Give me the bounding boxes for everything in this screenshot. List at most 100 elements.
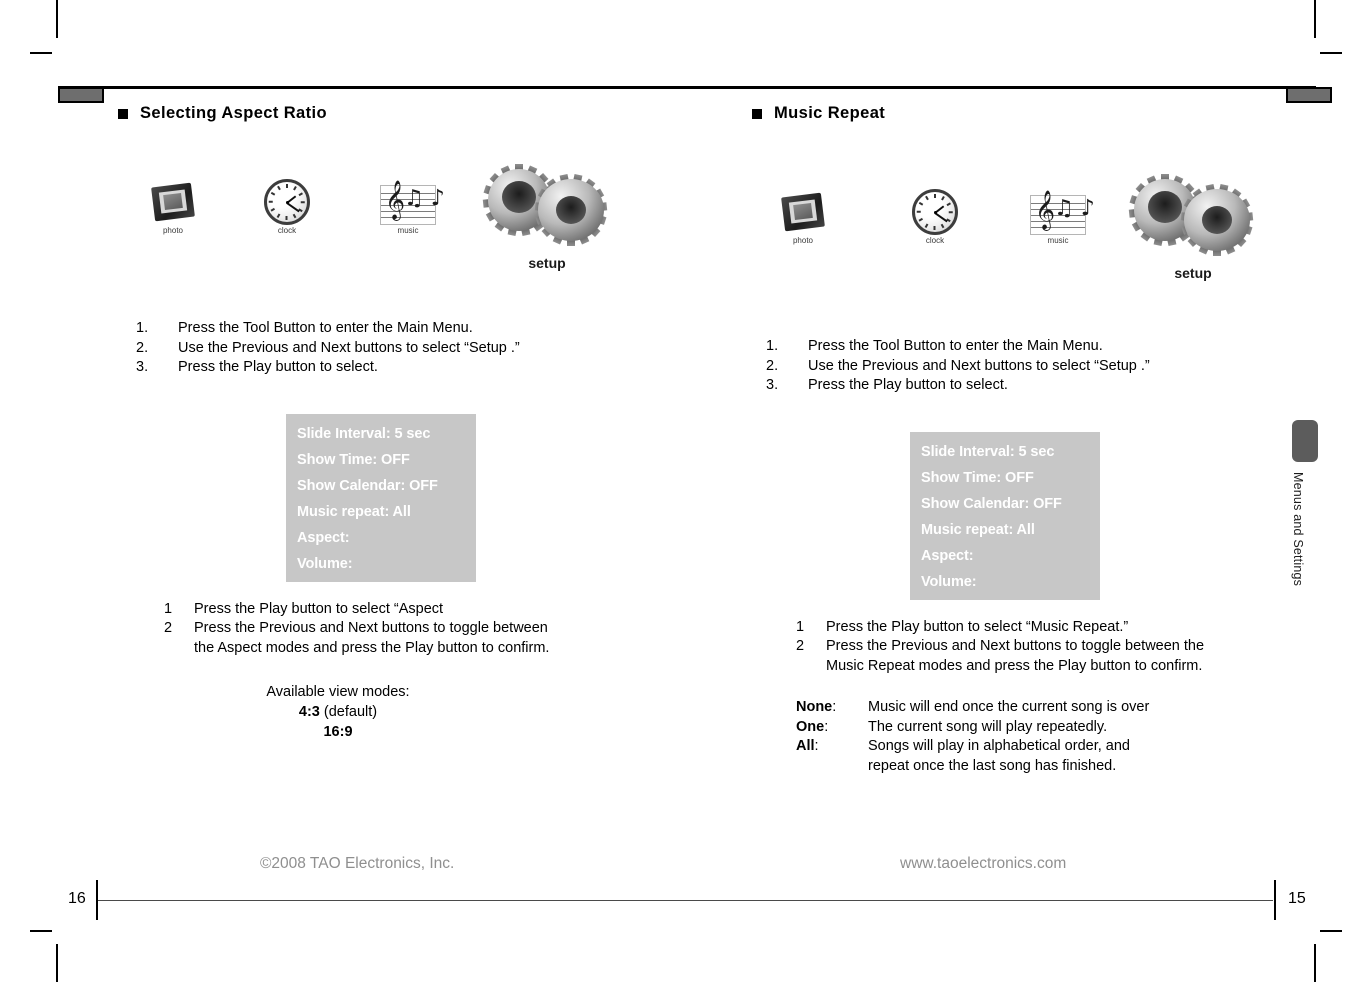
glossary-term-text: None bbox=[796, 699, 833, 715]
clock-menu-icon-item: clock bbox=[264, 179, 310, 235]
step-text: Use the Previous and Next buttons to sel… bbox=[808, 357, 1150, 374]
clock-icon-label: clock bbox=[925, 236, 945, 245]
step-text: Press the Tool Button to enter the Main … bbox=[178, 320, 473, 336]
music-icon-label: music bbox=[1047, 236, 1069, 245]
setup-menu-icon-item: setup bbox=[482, 164, 608, 271]
square-bullet-icon bbox=[752, 108, 762, 119]
step-number: 1. bbox=[766, 338, 779, 354]
glossary-definition: The current song will play repeatedly. bbox=[868, 718, 1108, 735]
left-section-title-text: Selecting Aspect Ratio bbox=[140, 104, 327, 122]
music-repeat-modes-glossary: None: Music will end once the current so… bbox=[796, 698, 1246, 776]
menu-line-volume: Volume: bbox=[921, 573, 977, 590]
setup-menu-icon-item: setup bbox=[1128, 174, 1254, 281]
photo-menu-icon-item: photo bbox=[780, 191, 826, 245]
footer-website: www.taoelectronics.com bbox=[900, 855, 1067, 872]
aspect-mode-1-note: (default) bbox=[319, 704, 378, 720]
bottom-divider-rule bbox=[98, 900, 1273, 901]
glossary-term: All: bbox=[796, 737, 868, 757]
glossary-term-text: One bbox=[796, 718, 825, 735]
crop-mark-bottom-left-vertical bbox=[56, 944, 58, 982]
gear-front-icon bbox=[1180, 183, 1254, 256]
crop-mark-top-right-horizontal bbox=[1320, 52, 1342, 54]
photo-frame-icon bbox=[150, 181, 196, 225]
step-number: 3. bbox=[766, 377, 779, 393]
crop-mark-bottom-right-vertical bbox=[1314, 944, 1316, 982]
music-icon-label: music bbox=[397, 226, 419, 235]
aspect-mode-1-value: 4:3 bbox=[298, 704, 320, 720]
glossary-term-colon: : bbox=[832, 699, 837, 715]
footer-copyright: ©2008 TAO Electronics, Inc. bbox=[260, 855, 455, 872]
step-text: Use the Previous and Next buttons to sel… bbox=[178, 339, 520, 356]
menu-line-show-calendar: Show Calendar: OFF bbox=[297, 477, 438, 494]
menu-line-slide-interval: Slide Interval: 5 sec bbox=[921, 443, 1055, 460]
glossary-item: All: Songs will play in alphabetical ord… bbox=[796, 737, 1246, 757]
side-tab-marker bbox=[1292, 420, 1318, 462]
left-page-column: Selecting Aspect Ratio photo clock 𝄞 ♫ ♪… bbox=[118, 104, 688, 742]
step-item: 3. Press the Play button to select. bbox=[136, 358, 688, 378]
left-device-icon-strip: photo clock 𝄞 ♫ ♪ music setup bbox=[118, 164, 688, 285]
crop-mark-bottom-right-horizontal bbox=[1320, 930, 1342, 932]
setup-icon-label: setup bbox=[1174, 265, 1212, 281]
clock-icon bbox=[912, 189, 958, 235]
step-item: 2. Use the Previous and Next buttons to … bbox=[136, 339, 688, 359]
left-device-settings-panel: Slide Interval: 5 sec Show Time: OFF Sho… bbox=[286, 413, 476, 582]
photo-frame-icon bbox=[780, 191, 826, 235]
clock-icon bbox=[264, 179, 310, 225]
glossary-item: One: The current song will play repeated… bbox=[796, 718, 1246, 738]
substep-item: 2 Press the Previous and Next buttons to… bbox=[796, 637, 1216, 676]
menu-line-show-calendar: Show Calendar: OFF bbox=[921, 495, 1062, 512]
left-section-heading: Selecting Aspect Ratio bbox=[118, 104, 688, 123]
substep-item: 1 Press the Play button to select “Aspec… bbox=[164, 600, 564, 620]
header-marker-right bbox=[1286, 87, 1332, 103]
substep-number: 2 bbox=[164, 620, 173, 636]
music-note-icon: 𝄞 ♫ ♪ bbox=[380, 183, 445, 225]
glossary-term: None: bbox=[796, 698, 868, 718]
menu-line-music-repeat: Music repeat: All bbox=[921, 521, 1035, 538]
aspect-mode-2-value: 16:9 bbox=[323, 724, 353, 740]
setup-gears-icon bbox=[1128, 174, 1254, 256]
menu-line-show-time: Show Time: OFF bbox=[921, 469, 1034, 486]
clock-menu-icon-item: clock bbox=[912, 189, 958, 245]
aspect-mode-option-1: 4:3 (default) bbox=[118, 702, 558, 722]
crop-mark-top-left-horizontal bbox=[30, 52, 52, 54]
glossary-term-colon: : bbox=[824, 718, 829, 735]
music-note-icon: 𝄞 ♫ ♪ bbox=[1030, 193, 1095, 235]
step-item: 1. Press the Tool Button to enter the Ma… bbox=[766, 337, 1312, 357]
substep-text: Press the Previous and Next buttons to t… bbox=[826, 638, 1205, 674]
clock-icon-label: clock bbox=[277, 226, 297, 235]
glossary-term: One: bbox=[796, 718, 868, 738]
page-number-divider-right bbox=[1274, 880, 1276, 920]
menu-line-slide-interval: Slide Interval: 5 sec bbox=[297, 425, 431, 442]
glossary-definition-continued: repeat once the last song has finished. bbox=[868, 757, 1117, 774]
setup-gears-icon bbox=[482, 164, 608, 246]
right-section-heading: Music Repeat bbox=[752, 104, 1312, 123]
glossary-definition: Songs will play in alphabetical order, a… bbox=[868, 738, 1130, 754]
photo-icon-label: photo bbox=[162, 226, 184, 235]
substep-number: 1 bbox=[164, 600, 173, 617]
step-text: Press the Tool Button to enter the Main … bbox=[808, 338, 1103, 354]
photo-menu-icon-item: photo bbox=[150, 181, 196, 235]
substep-text: Press the Previous and Next buttons to t… bbox=[194, 620, 550, 656]
substep-number: 2 bbox=[796, 638, 805, 654]
step-number: 3. bbox=[136, 359, 149, 375]
right-substeps-list: 1 Press the Play button to select “Music… bbox=[796, 618, 1216, 677]
menu-line-show-time: Show Time: OFF bbox=[297, 451, 410, 468]
step-text: Press the Play button to select. bbox=[178, 359, 378, 375]
menu-line-volume: Volume: bbox=[297, 555, 353, 572]
crop-mark-top-right-vertical bbox=[1314, 0, 1316, 38]
glossary-item: None: Music will end once the current so… bbox=[796, 698, 1246, 718]
menu-line-aspect: Aspect: bbox=[297, 529, 350, 546]
substep-text: Press the Play button to select “Aspect bbox=[194, 600, 444, 617]
right-device-icon-strip: photo clock 𝄞 ♫ ♪ music setup bbox=[752, 167, 1312, 285]
right-device-settings-panel: Slide Interval: 5 sec Show Time: OFF Sho… bbox=[910, 431, 1100, 600]
step-item: 3. Press the Play button to select. bbox=[766, 376, 1312, 396]
page-number-left: 16 bbox=[68, 890, 86, 907]
header-divider-rule bbox=[58, 86, 1316, 89]
music-menu-icon-item: 𝄞 ♫ ♪ music bbox=[380, 183, 445, 235]
step-text: Press the Play button to select. bbox=[808, 377, 1008, 393]
page-number-right: 15 bbox=[1288, 890, 1306, 907]
substep-item: 2 Press the Previous and Next buttons to… bbox=[164, 619, 564, 658]
available-modes-heading: Available view modes: bbox=[266, 684, 410, 700]
right-section-title-text: Music Repeat bbox=[774, 104, 886, 122]
setup-icon-label: setup bbox=[528, 255, 566, 271]
